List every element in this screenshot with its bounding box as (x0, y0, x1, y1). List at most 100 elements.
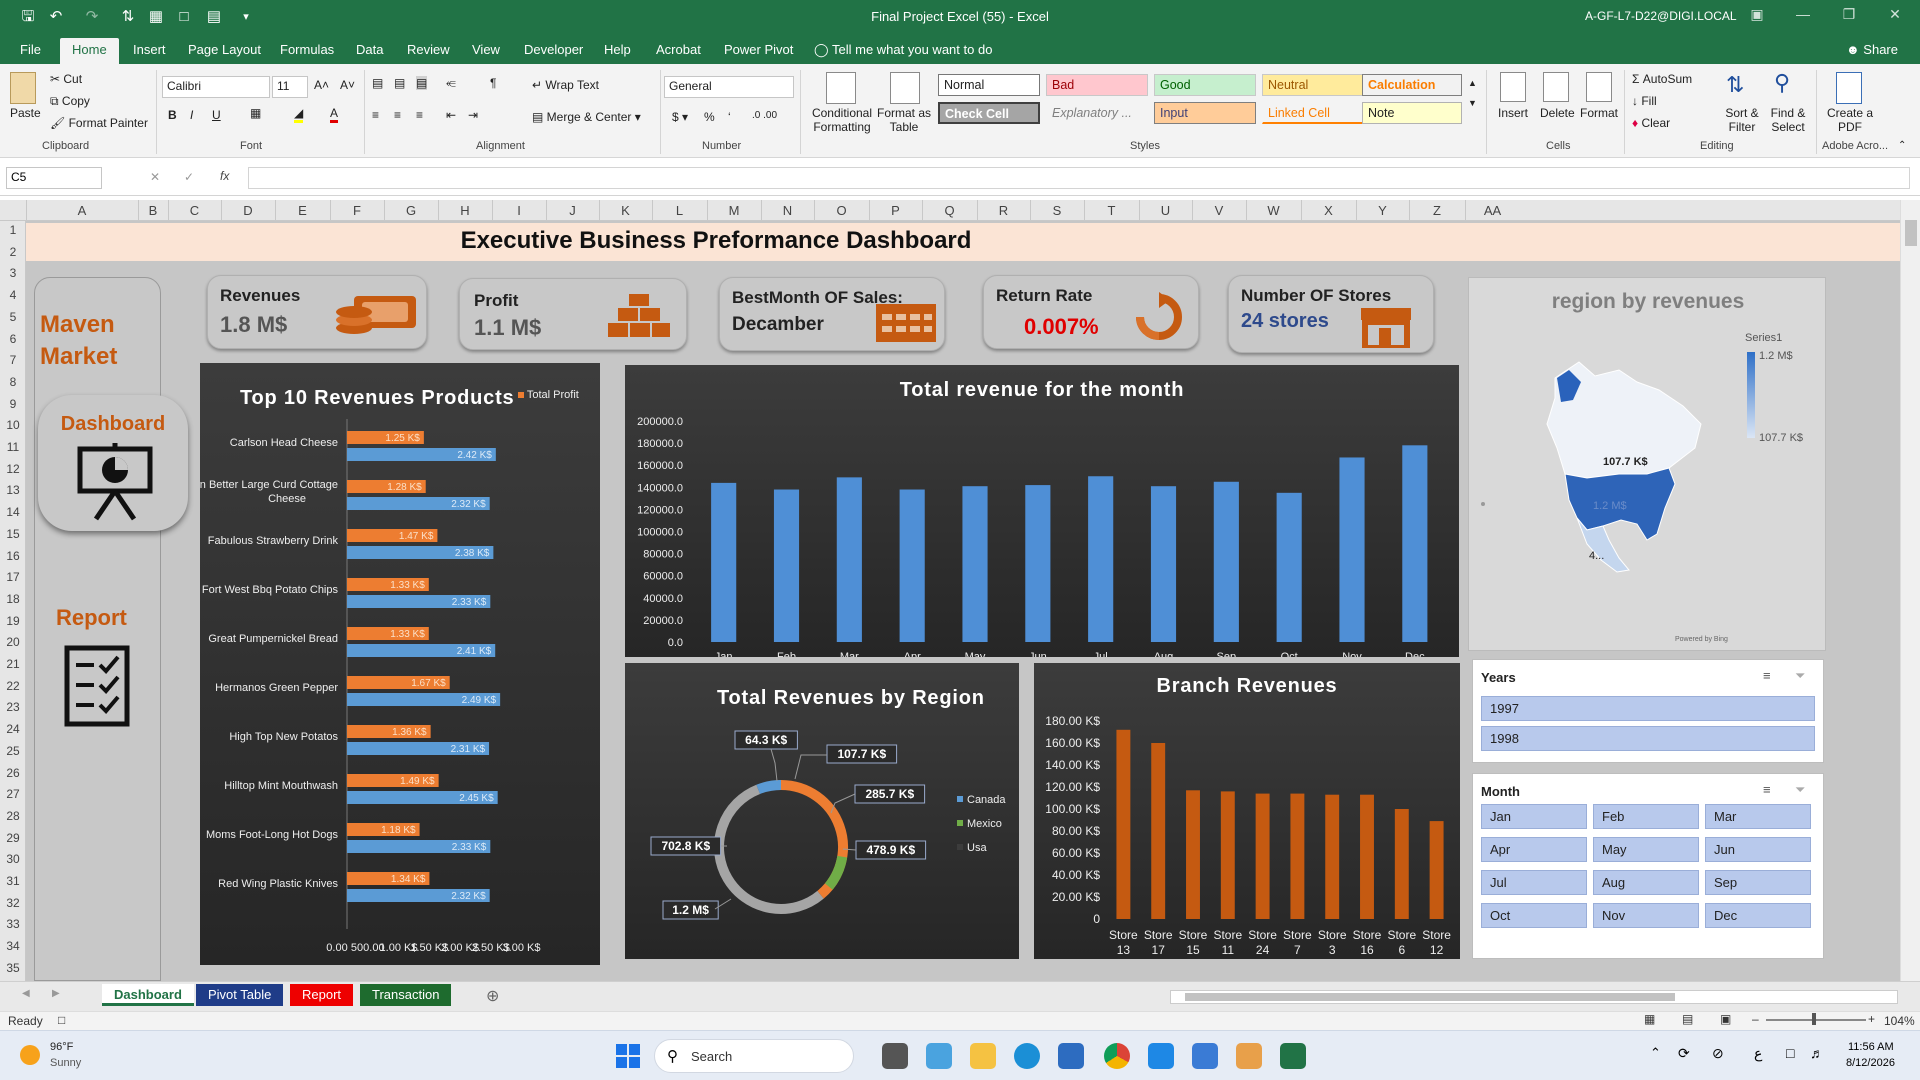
bold-icon[interactable]: B (168, 108, 177, 122)
insert-function-icon[interactable]: fx (220, 169, 229, 183)
row-header[interactable]: 33 (0, 917, 26, 931)
close-icon[interactable]: ✕ (1872, 6, 1918, 23)
column-header[interactable]: P (869, 203, 922, 218)
column-header[interactable]: W (1246, 203, 1301, 218)
format-cells-icon[interactable] (1586, 72, 1612, 102)
font-size-select[interactable]: 11 (272, 76, 308, 98)
align-middle-icon[interactable]: ▤ (394, 76, 405, 90)
minimize-icon[interactable]: — (1780, 6, 1826, 22)
share-button[interactable]: ☻ Share (1846, 42, 1898, 57)
store-app-icon[interactable] (1058, 1043, 1084, 1069)
row-header[interactable]: 23 (0, 700, 26, 714)
column-header[interactable]: R (977, 203, 1030, 218)
slicer-item-month[interactable]: Jan (1481, 804, 1587, 829)
weather-sun-icon[interactable] (20, 1045, 40, 1065)
row-header[interactable]: 13 (0, 483, 26, 497)
tell-me-search[interactable]: Tell me what you want to do (832, 42, 992, 57)
tray-chevron-icon[interactable]: ⌃ (1650, 1045, 1661, 1061)
column-header[interactable]: N (761, 203, 814, 218)
slicer-item-month[interactable]: Dec (1705, 903, 1811, 928)
prev-sheet-icon[interactable]: ◀ (22, 988, 30, 999)
conditional-formatting-button[interactable]: Conditional Formatting (808, 106, 876, 134)
weather-temp[interactable]: 96°F (50, 1041, 73, 1053)
snipping-tool-icon[interactable] (1192, 1043, 1218, 1069)
row-header[interactable]: 35 (0, 961, 26, 975)
find-select-button[interactable]: Find & Select (1764, 106, 1812, 134)
format-button[interactable]: Format (1580, 106, 1618, 120)
column-header[interactable]: Z (1409, 203, 1465, 218)
column-header[interactable]: AA (1465, 203, 1520, 218)
row-header[interactable]: 7 (0, 353, 26, 367)
autosum-button[interactable]: Σ AutoSum (1632, 72, 1692, 86)
ribbon-display-icon[interactable]: ▣ (1734, 6, 1780, 23)
slicer-item-1998[interactable]: 1998 (1481, 726, 1815, 751)
row-header[interactable]: 11 (0, 440, 26, 454)
column-header[interactable]: H (438, 203, 492, 218)
column-header[interactable]: K (599, 203, 652, 218)
row-header[interactable]: 9 (0, 397, 26, 411)
create-pdf-button[interactable]: Create a PDF (1822, 106, 1878, 134)
style-calculation[interactable]: Calculation (1362, 74, 1462, 96)
language-icon[interactable]: ع (1754, 1045, 1762, 1062)
sheet-tab-dashboard[interactable]: Dashboard (102, 984, 194, 1006)
collapse-ribbon-icon[interactable]: ⌃ (1898, 140, 1906, 151)
taskbar-search[interactable]: ⚲ Search (654, 1039, 854, 1073)
nav-report-label[interactable]: Report (56, 605, 127, 631)
row-header[interactable]: 34 (0, 939, 26, 953)
row-header[interactable]: 17 (0, 570, 26, 584)
column-header[interactable]: V (1192, 203, 1246, 218)
next-sheet-icon[interactable]: ▶ (52, 988, 60, 999)
page-break-view-icon[interactable]: ▣ (1720, 1012, 1731, 1026)
orientation-icon[interactable]: ⥺ (446, 76, 456, 91)
row-header[interactable]: 14 (0, 505, 26, 519)
row-header[interactable]: 20 (0, 635, 26, 649)
column-header[interactable]: X (1301, 203, 1356, 218)
slicer-item-month[interactable]: Sep (1705, 870, 1811, 895)
delete-button[interactable]: Delete (1540, 106, 1575, 120)
slicer-item-month[interactable]: Nov (1593, 903, 1699, 928)
clock-time[interactable]: 11:56 AM (1848, 1041, 1894, 1053)
style-good[interactable]: Good (1154, 74, 1256, 96)
edge-icon[interactable] (1014, 1043, 1040, 1069)
row-header[interactable]: 21 (0, 657, 26, 671)
column-header[interactable]: U (1139, 203, 1192, 218)
style-input[interactable]: Input (1154, 102, 1256, 124)
volume-icon[interactable]: ♬ (1810, 1045, 1824, 1061)
styles-scroll-down-icon[interactable]: ▼ (1468, 98, 1477, 108)
align-left-icon[interactable]: ≡ (372, 108, 379, 122)
row-header[interactable]: 25 (0, 744, 26, 758)
tab-insert[interactable]: Insert (133, 42, 166, 57)
pdf-icon[interactable] (1836, 72, 1862, 104)
row-header[interactable]: 15 (0, 527, 26, 541)
row-header[interactable]: 12 (0, 462, 26, 476)
number-format-select[interactable]: General (664, 76, 794, 98)
row-header[interactable]: 19 (0, 614, 26, 628)
checklist-icon[interactable] (64, 645, 130, 727)
align-right-icon[interactable]: ≡ (416, 108, 423, 122)
account-name[interactable]: A-GF-L7-D22@DIGI.LOCAL (1585, 9, 1737, 23)
slicer-item-month[interactable]: Apr (1481, 837, 1587, 862)
italic-icon[interactable]: I (190, 108, 193, 122)
column-header[interactable]: M (707, 203, 761, 218)
increase-decimal-icon[interactable]: .0 .00 (752, 110, 777, 121)
merge-center-button[interactable]: ▤ Merge & Center ▾ (532, 110, 641, 124)
tab-view[interactable]: View (472, 42, 500, 57)
zoom-slider[interactable] (1766, 1019, 1866, 1021)
row-header[interactable]: 31 (0, 874, 26, 888)
column-header[interactable]: G (384, 203, 438, 218)
tab-power-pivot[interactable]: Power Pivot (724, 42, 793, 57)
tab-review[interactable]: Review (407, 42, 450, 57)
normal-view-icon[interactable]: ▦ (1644, 1012, 1655, 1026)
column-header[interactable]: C (168, 203, 221, 218)
borders-icon[interactable]: ▦ (250, 106, 261, 120)
slicer-item-month[interactable]: May (1593, 837, 1699, 862)
clock-date[interactable]: 8/12/2026 (1846, 1057, 1895, 1069)
remote-desktop-icon[interactable] (1148, 1043, 1174, 1069)
row-header[interactable]: 29 (0, 831, 26, 845)
slicer-item-month[interactable]: Feb (1593, 804, 1699, 829)
grow-font-icon[interactable]: A˄ (314, 78, 329, 92)
sheet-tab-transaction[interactable]: Transaction (360, 984, 452, 1006)
format-as-table-icon[interactable] (890, 72, 920, 104)
align-center-icon[interactable]: ≡ (394, 108, 401, 122)
style-neutral[interactable]: Neutral (1262, 74, 1364, 96)
